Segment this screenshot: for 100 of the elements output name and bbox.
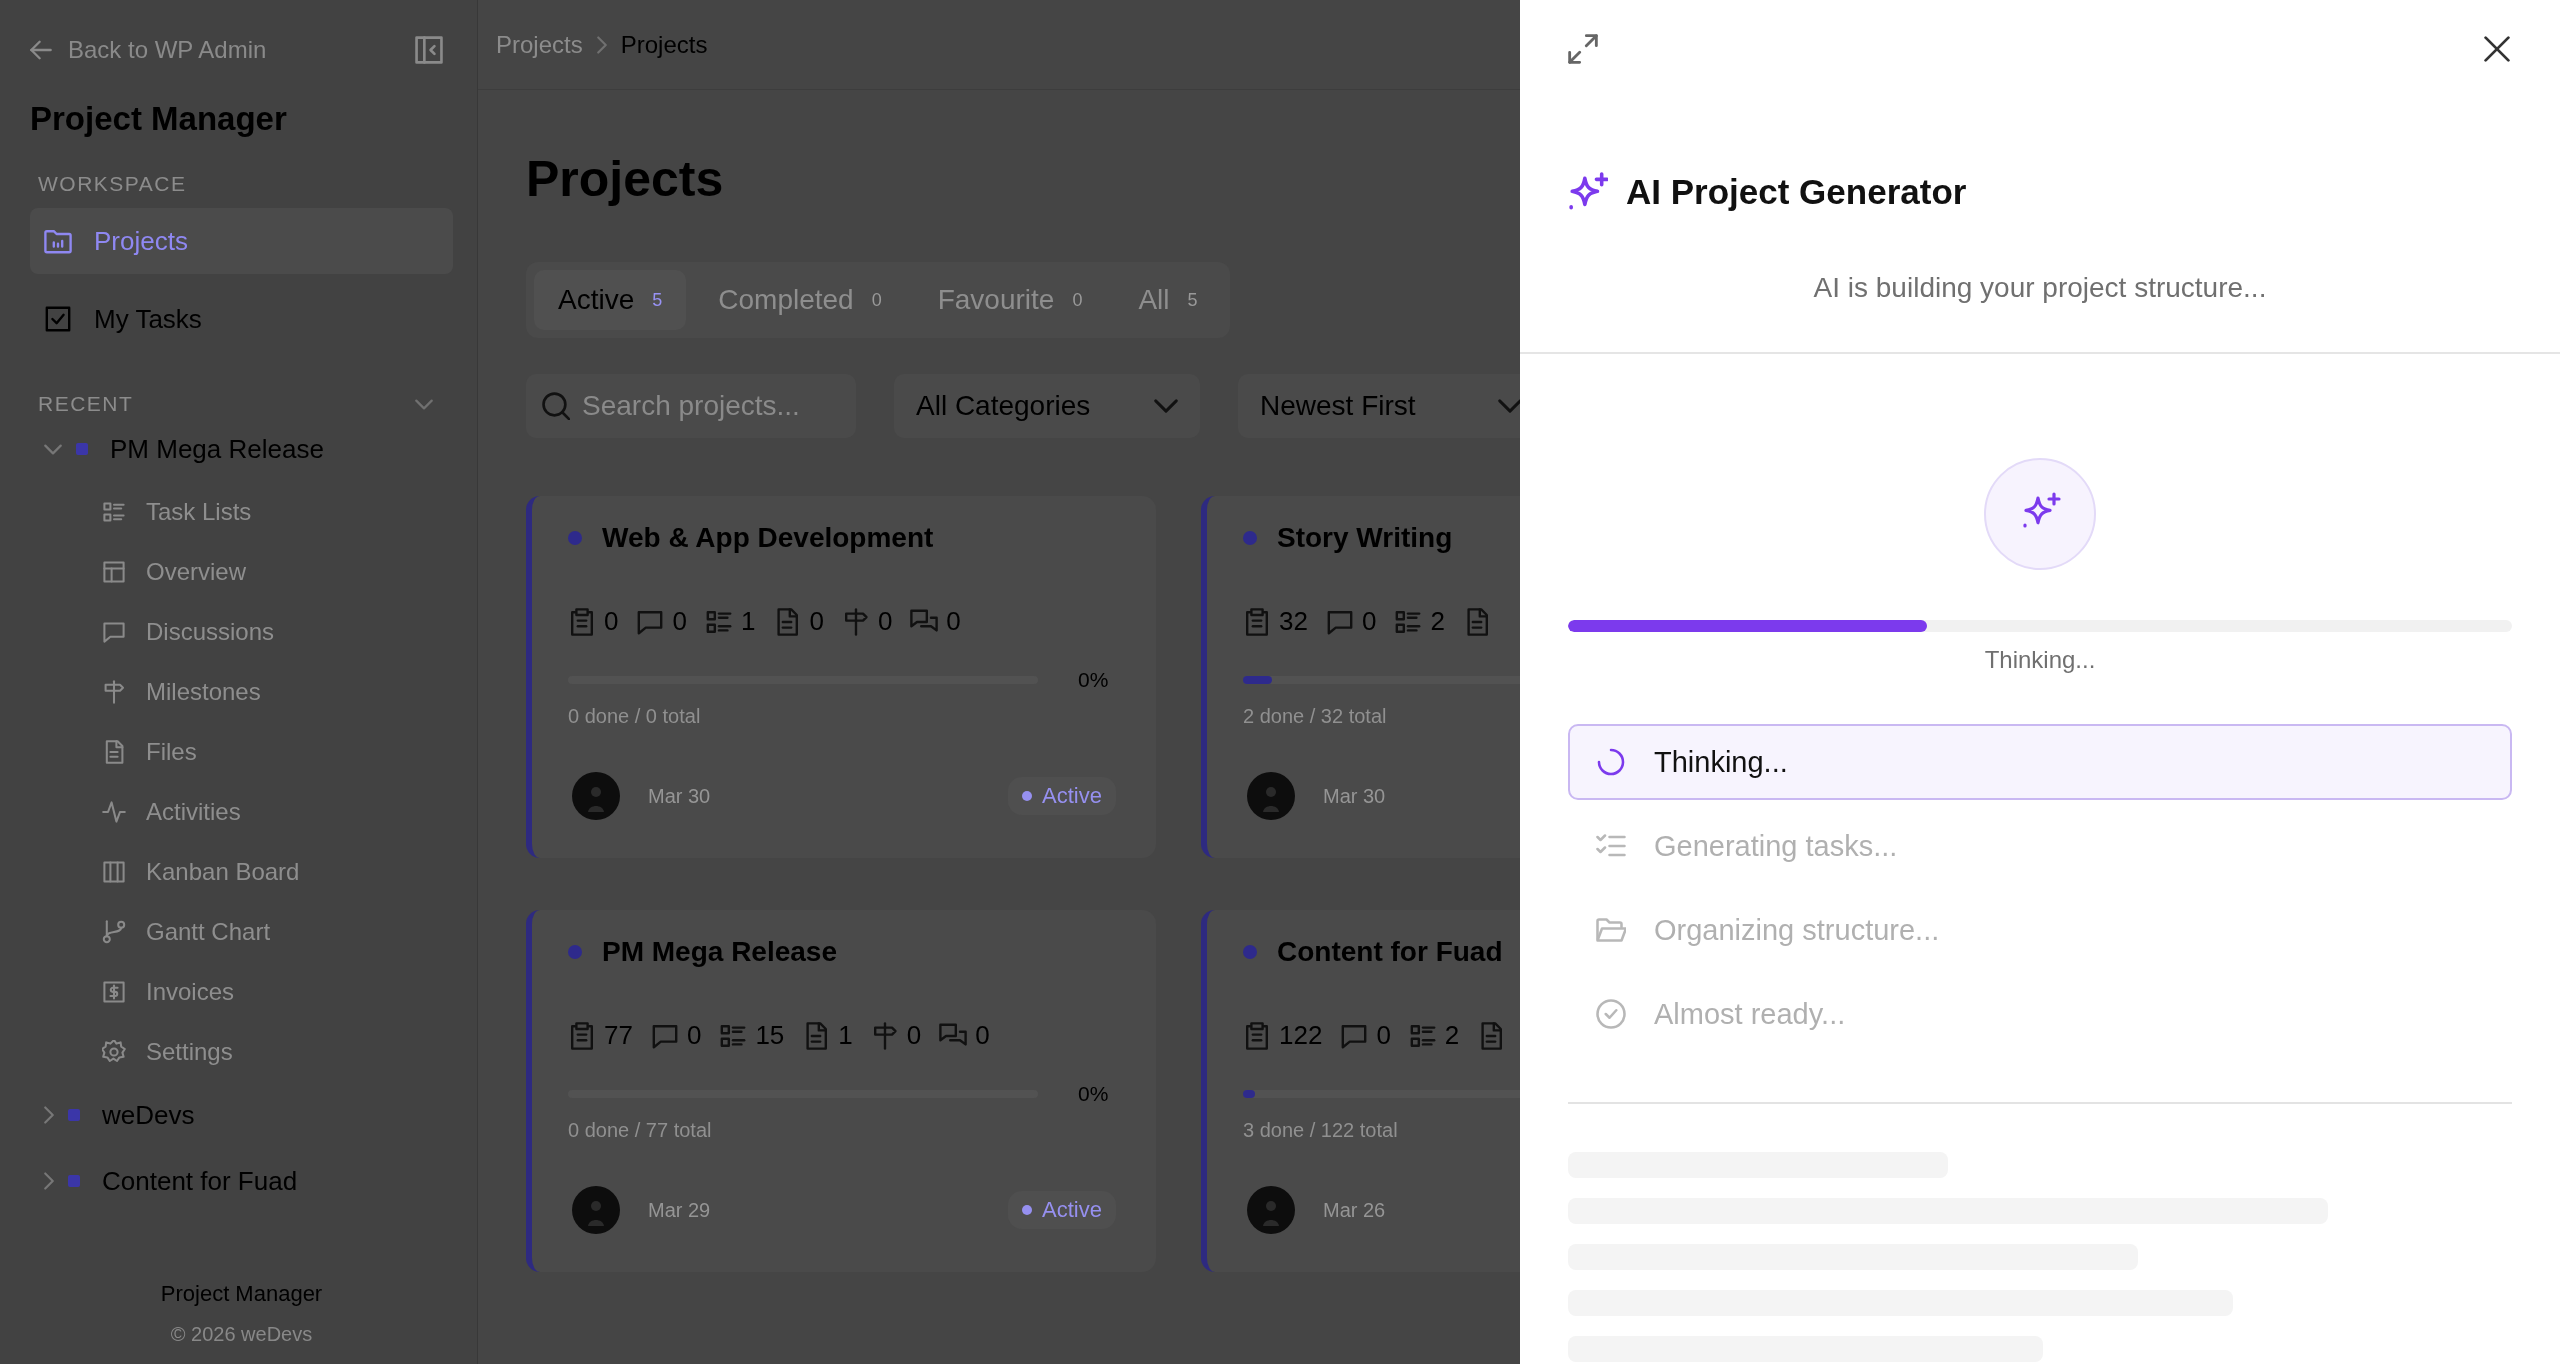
project-name: Web & App Development: [602, 522, 934, 554]
date: Mar 30: [1323, 784, 1386, 808]
dropdown[interactable]: Newest First: [1238, 374, 1520, 438]
project-menu-item[interactable]: Gantt Chart: [30, 902, 453, 962]
chevron-right-icon[interactable]: [44, 1106, 54, 1124]
project-menu-item[interactable]: Files: [30, 722, 453, 782]
project-menu-item[interactable]: Settings: [30, 1022, 453, 1082]
project-menu-item[interactable]: Milestones: [30, 662, 453, 722]
project-color-square: [76, 443, 88, 455]
tab[interactable]: Favourite 0: [913, 270, 1107, 330]
project-menu-item[interactable]: Invoices: [30, 962, 453, 1022]
project-name: PM Mega Release: [602, 936, 837, 968]
tab-count: 5: [1187, 289, 1198, 311]
stat-count: 0: [809, 606, 824, 637]
project-name: Content for Fuad: [1277, 936, 1503, 968]
sparkle-icon: [1568, 172, 1608, 212]
project-menu-item[interactable]: Activities: [30, 782, 453, 842]
folder-icon: [1596, 915, 1626, 945]
project-card[interactable]: Web & App Development 0 0 1 0 0 0 0% 0 done / 0 total Mar 30 Active: [526, 496, 1156, 858]
project-name: Story Writing: [1277, 522, 1453, 554]
stat-count: 1: [838, 1020, 853, 1051]
date: Mar 29: [648, 1198, 711, 1222]
expand-icon[interactable]: [1568, 34, 1598, 64]
progress-label: Thinking...: [1983, 646, 2097, 674]
folder-icon: [44, 227, 72, 255]
status-dot: [1243, 531, 1257, 545]
project-color-square: [68, 1175, 80, 1187]
project-menu-item[interactable]: Kanban Board: [30, 842, 453, 902]
project-card[interactable]: Content for Fuad 122 0 2 3 done / 122 total Mar 26: [1201, 910, 1520, 1272]
project-menu-item[interactable]: Overview: [30, 542, 453, 602]
project-tree-item[interactable]: weDevs: [30, 1082, 453, 1148]
settings-icon: [102, 1040, 126, 1064]
stat-count: 122: [1279, 1020, 1323, 1051]
stat-count: 0: [946, 606, 961, 637]
close-icon[interactable]: [2484, 36, 2510, 62]
tab-count: 0: [871, 289, 882, 311]
step-label: Thinking...: [1654, 745, 1788, 779]
dollar-icon: [102, 980, 126, 1004]
breadcrumb-item[interactable]: Projects: [496, 30, 583, 59]
progress-percent: 0%: [1078, 1082, 1109, 1106]
stat-count: 2: [1444, 1020, 1460, 1051]
stat-count: 15: [755, 1020, 785, 1051]
project-name: weDevs: [102, 1099, 195, 1131]
stat-count: 0: [686, 1020, 702, 1051]
stat-count: 0: [877, 606, 893, 637]
sparkle-icon: [1984, 458, 2096, 570]
avatar: [572, 772, 620, 820]
progress-percent: 0%: [1078, 668, 1109, 692]
step-label: Generating tasks...: [1654, 829, 1898, 863]
tab-count: 0: [1072, 289, 1083, 311]
stat-count: 77: [604, 1020, 633, 1051]
stat-count: 0: [975, 1020, 990, 1051]
chevron-down-icon[interactable]: [415, 398, 433, 410]
chevron-down-icon: [1154, 399, 1178, 413]
chevron-right-icon[interactable]: [44, 1172, 54, 1190]
project-menu-item[interactable]: Task Lists: [30, 482, 453, 542]
app-title: Project Manager: [30, 100, 288, 138]
layout-icon: [102, 560, 126, 584]
project-tree-item[interactable]: Content for Fuad: [30, 1148, 453, 1214]
chevron-down-icon[interactable]: [44, 443, 62, 455]
copyright-text: © 2026 weDevs: [169, 1323, 314, 1346]
stat-count: 1: [740, 606, 756, 637]
status-dot: [568, 945, 582, 959]
back-link[interactable]: Back to WP Admin: [30, 36, 267, 64]
stat-count: 0: [604, 606, 619, 637]
project-menu-item[interactable]: Discussions: [30, 602, 453, 662]
footer-title: Project Manager: [159, 1281, 324, 1307]
clipboard-icon: [1243, 607, 1271, 636]
status-dot: [568, 531, 582, 545]
step-label: Almost ready...: [1654, 997, 1846, 1031]
panel-subtitle: AI is building your project structure...: [1520, 272, 2560, 354]
pulse-icon: [102, 800, 126, 824]
stat-count: 0: [1376, 1020, 1391, 1051]
chevron-down-icon: [1498, 399, 1520, 413]
status-badge: Active: [1008, 777, 1116, 815]
step-label: Organizing structure...: [1654, 913, 1940, 947]
search-field[interactable]: Search projects...: [526, 374, 856, 438]
tab-count: 5: [652, 289, 663, 311]
status-badge: Active: [1008, 1191, 1116, 1229]
dropdown[interactable]: All Categories: [894, 374, 1200, 438]
check-circle-icon: [1596, 999, 1626, 1029]
date: Mar 30: [648, 784, 711, 808]
project-tree-item[interactable]: PM Mega Release: [30, 416, 453, 482]
arrow-left-icon: [30, 40, 52, 60]
tab[interactable]: All 5: [1114, 270, 1222, 330]
project-card[interactable]: PM Mega Release 77 0 15 1 0 0 0% 0 done / 77 total Mar 29 Active: [526, 910, 1156, 1272]
avatar: [572, 1186, 620, 1234]
progress-text: 0 done / 77 total: [568, 1119, 713, 1142]
nav-item[interactable]: Projects: [30, 208, 453, 274]
tab[interactable]: Completed 0: [694, 270, 906, 330]
stat-count: 2: [1430, 606, 1445, 637]
nav-item[interactable]: My Tasks: [30, 286, 453, 352]
sidebar-toggle-icon[interactable]: [415, 36, 443, 64]
tab[interactable]: Active 5: [534, 270, 687, 330]
project-card[interactable]: Story Writing 32 0 2 2 done / 32 total Mar 30: [1201, 496, 1520, 858]
date: Mar 26: [1323, 1198, 1386, 1222]
breadcrumb-item: Projects: [620, 30, 708, 59]
status-dot: [1243, 945, 1257, 959]
progress-text: 3 done / 122 total: [1243, 1119, 1399, 1142]
stat-count: 0: [672, 606, 687, 637]
